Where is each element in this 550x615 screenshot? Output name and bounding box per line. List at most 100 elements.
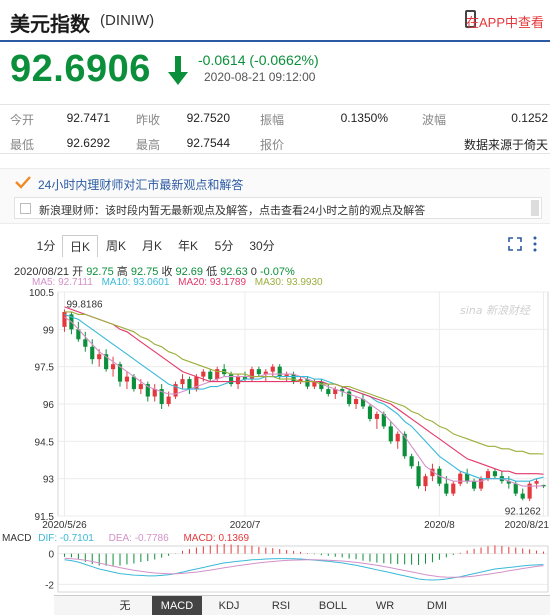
y-tick-label: 96 bbox=[43, 400, 55, 411]
ma-line-ma20 bbox=[64, 306, 544, 475]
news-scrollbar[interactable] bbox=[531, 200, 539, 216]
candle-body bbox=[465, 473, 470, 482]
y-tick-label: 93 bbox=[43, 475, 55, 486]
indicator-macd[interactable]: MACD bbox=[152, 596, 202, 615]
candle-body bbox=[367, 406, 373, 419]
stat-label-high: 最高 bbox=[136, 138, 161, 152]
candle-body bbox=[83, 339, 88, 347]
macd-title: MACD bbox=[2, 533, 32, 544]
header-divider bbox=[0, 40, 550, 42]
stat-label-quote: 报价 bbox=[260, 138, 285, 152]
macd-value: MACD: 0.1369 bbox=[183, 533, 250, 544]
candle-body bbox=[62, 311, 67, 327]
candle-body bbox=[166, 396, 171, 404]
watermark: sina 新浪财经 bbox=[460, 304, 531, 317]
stat-value-prev-close: 92.7520 bbox=[186, 111, 230, 125]
candle-body bbox=[520, 493, 525, 499]
macd-y-tick-label: 0 bbox=[48, 550, 54, 561]
open-in-app-link[interactable]: 在APP中查看 bbox=[466, 12, 544, 31]
candle-body bbox=[353, 399, 359, 404]
candle-body bbox=[180, 379, 185, 385]
stat-label-range: 波幅 bbox=[422, 113, 447, 127]
candle-body bbox=[305, 379, 310, 387]
tab-5min[interactable]: 5分 bbox=[206, 235, 242, 257]
candle-body bbox=[291, 374, 296, 382]
candle-body bbox=[97, 354, 102, 360]
price-change: -0.0614 (-0.0662%) bbox=[198, 52, 319, 68]
candle-body bbox=[458, 473, 463, 484]
fullscreen-icon[interactable] bbox=[508, 237, 522, 251]
indicator-none[interactable]: 无 bbox=[100, 596, 150, 615]
x-tick-label: 2020/8/21 bbox=[505, 520, 550, 531]
kline-chart[interactable]: 100.59997.59694.59391.52020/5/26 2020/7 20… bbox=[0, 284, 550, 594]
stat-label-prev-close: 昨收 bbox=[136, 113, 161, 127]
tab-yearly[interactable]: 年K bbox=[170, 235, 206, 257]
high-annotation: 99.8186 bbox=[66, 299, 103, 310]
x-tick-label: 2020/7 bbox=[230, 520, 261, 531]
data-source-note: 数据来源于倚天 bbox=[463, 138, 548, 152]
candle-body bbox=[416, 466, 421, 487]
page-title: 美元指数 bbox=[10, 12, 90, 36]
x-tick-label: 2020/8 bbox=[424, 520, 455, 531]
more-options-icon[interactable] bbox=[533, 236, 537, 252]
stat-value-amplitude: 0.1350% bbox=[340, 111, 388, 125]
candle-body bbox=[444, 483, 449, 494]
y-tick-label: 99 bbox=[43, 325, 55, 336]
stat-label-low: 最低 bbox=[10, 138, 35, 152]
symbol-code: (DINIW) bbox=[100, 12, 155, 29]
candle-body bbox=[485, 471, 491, 479]
stat-value-open: 92.7471 bbox=[66, 111, 110, 125]
stat-value-high: 92.7544 bbox=[186, 136, 230, 150]
candle-body bbox=[249, 369, 255, 380]
news-thumb-icon bbox=[20, 203, 31, 214]
candle-body bbox=[423, 476, 428, 487]
indicator-tabs: 无 MACD KDJ RSI BOLL WR DMI bbox=[54, 595, 550, 615]
tab-daily[interactable]: 日K bbox=[62, 235, 98, 257]
candle-body bbox=[409, 456, 414, 467]
candle-body bbox=[110, 364, 116, 370]
news-item-text[interactable]: 新浪理财师：该时段内暂无最新观点及解答，点击查看24小时之前的观点及解答 bbox=[39, 202, 425, 218]
current-price: 92.6906 bbox=[10, 48, 151, 90]
stat-value-low: 92.6292 bbox=[66, 136, 110, 150]
news-item[interactable]: 新浪理财师：该时段内暂无最新观点及解答，点击查看24小时之前的观点及解答 bbox=[14, 197, 542, 219]
y-tick-label: 94.5 bbox=[35, 437, 55, 448]
candle-body bbox=[388, 426, 393, 442]
macd-y-tick-label: -2 bbox=[45, 580, 54, 591]
candle-body bbox=[235, 376, 241, 385]
candle-body bbox=[187, 379, 192, 390]
news-heading[interactable]: 24小时内理财师对汇市最新观点和解答 bbox=[38, 176, 243, 193]
candle-body bbox=[138, 384, 143, 390]
stat-label-open: 今开 bbox=[10, 113, 35, 127]
down-arrow-icon bbox=[168, 56, 188, 85]
indicator-wr[interactable]: WR bbox=[360, 596, 410, 615]
candle-body bbox=[472, 481, 477, 489]
chevron-check-icon bbox=[15, 176, 31, 189]
candle-body bbox=[513, 483, 518, 494]
tab-monthly[interactable]: 月K bbox=[134, 235, 170, 257]
macd-legend: MACD DIF: -0.7101 DEA: -0.7786 MACD: 0.1… bbox=[2, 533, 249, 544]
indicator-dmi[interactable]: DMI bbox=[412, 596, 462, 615]
candle-body bbox=[201, 371, 206, 377]
tab-1min[interactable]: 1分 bbox=[28, 235, 64, 257]
ma-line-ma10 bbox=[64, 313, 544, 482]
macd-dif: DIF: -0.7101 bbox=[38, 533, 94, 544]
tab-30min[interactable]: 30分 bbox=[244, 235, 280, 257]
stats-table: 今开 92.7471 昨收 92.7520 振幅 0.1350% 波幅 0.12… bbox=[0, 104, 550, 154]
candle-body bbox=[270, 366, 275, 372]
low-annotation: 92.1262 bbox=[505, 506, 542, 517]
candle-body bbox=[395, 433, 400, 442]
stat-label-amplitude: 振幅 bbox=[260, 113, 285, 127]
candle-body bbox=[90, 346, 95, 360]
macd-dea: DEA: -0.7786 bbox=[108, 533, 169, 544]
indicator-kdj[interactable]: KDJ bbox=[204, 596, 254, 615]
indicator-boll[interactable]: BOLL bbox=[308, 596, 358, 615]
y-tick-label: 97.5 bbox=[35, 363, 55, 374]
indicator-rsi[interactable]: RSI bbox=[256, 596, 306, 615]
tab-weekly[interactable]: 周K bbox=[98, 235, 134, 257]
header: 美元指数 (DINIW) 在APP中查看 bbox=[0, 0, 550, 44]
ma-line-ma30 bbox=[64, 311, 544, 455]
candle-body bbox=[208, 371, 213, 380]
candle-body bbox=[451, 483, 456, 494]
y-tick-label: 100.5 bbox=[29, 288, 54, 299]
candle-body bbox=[319, 381, 324, 390]
